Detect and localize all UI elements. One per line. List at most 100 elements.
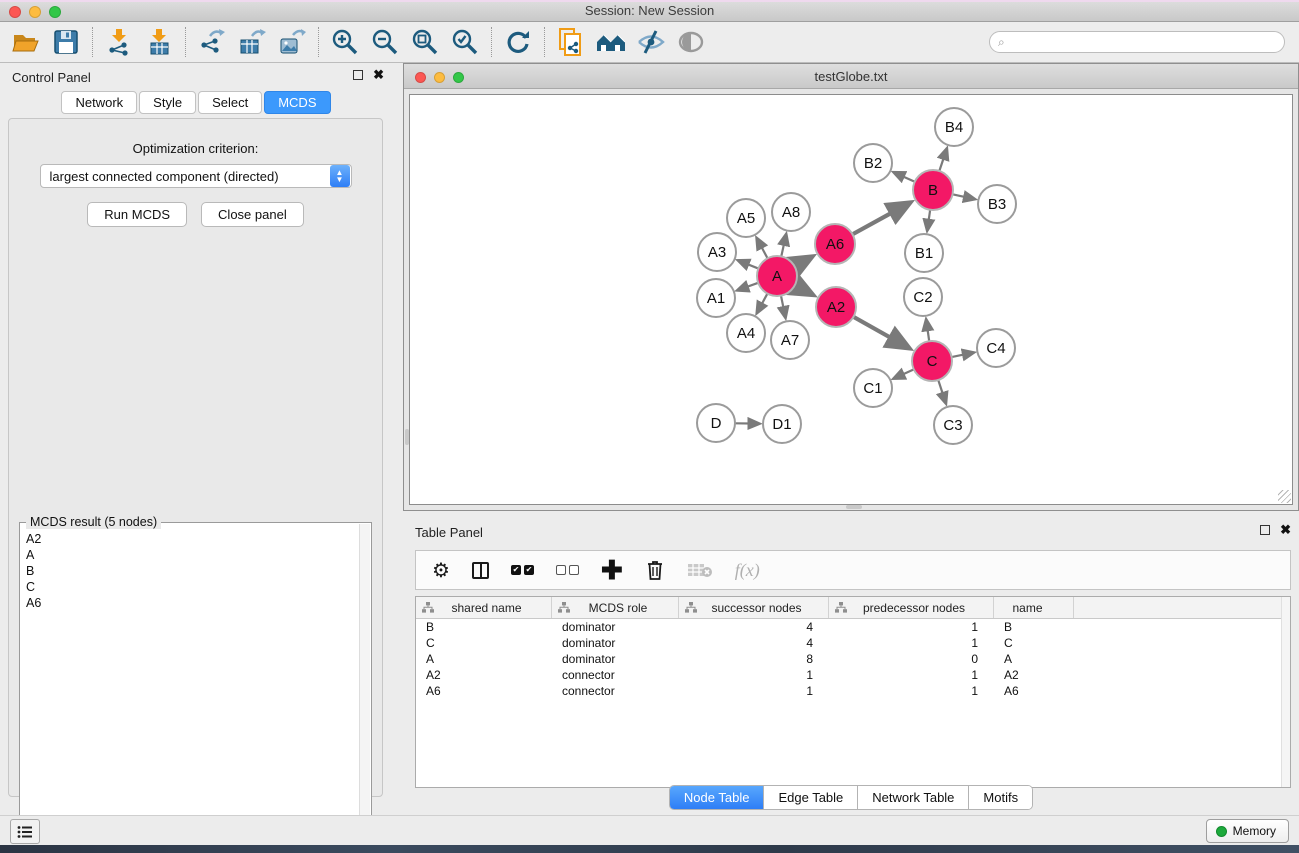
edge-B-B1[interactable] (927, 210, 930, 231)
column-header-shared-name[interactable]: shared name (416, 597, 552, 618)
network-graph[interactable]: B4B2BB3A5A8A6A3AB1A1C2A2A4A7C4CC1C3DD1 (410, 95, 1294, 506)
close-panel-icon[interactable]: ✖ (373, 70, 384, 80)
close-window-button[interactable] (9, 6, 21, 18)
edge-A-A3[interactable] (738, 260, 759, 268)
node-C[interactable]: C (912, 341, 952, 381)
export-network-button[interactable] (192, 25, 232, 59)
close-table-panel-icon[interactable]: ✖ (1280, 525, 1291, 535)
delete-column-button[interactable] (645, 555, 665, 585)
result-item[interactable]: C (24, 579, 357, 595)
task-history-button[interactable] (10, 819, 40, 844)
zoom-fit-button[interactable] (405, 25, 445, 59)
node-A1[interactable]: A1 (697, 279, 735, 317)
edge-A-A1[interactable] (737, 283, 758, 291)
refresh-button[interactable] (498, 25, 538, 59)
node-C3[interactable]: C3 (934, 406, 972, 444)
result-item[interactable]: A (24, 547, 357, 563)
mcds-result-list[interactable]: A2ABCA6 (24, 531, 357, 849)
search-input[interactable] (1009, 35, 1276, 49)
result-item[interactable]: B (24, 563, 357, 579)
network-canvas[interactable]: B4B2BB3A5A8A6A3AB1A1C2A2A4A7C4CC1C3DD1 (409, 94, 1293, 505)
float-panel-icon[interactable] (353, 70, 363, 80)
table-row[interactable]: Adominator80A (416, 651, 1290, 667)
zoom-in-button[interactable] (325, 25, 365, 59)
edge-A-A8[interactable] (781, 234, 786, 256)
node-B3[interactable]: B3 (978, 185, 1016, 223)
node-A2[interactable]: A2 (816, 287, 856, 327)
export-table-button[interactable] (232, 25, 272, 59)
edge-A-A5[interactable] (757, 238, 768, 259)
close-panel-button[interactable]: Close panel (201, 202, 304, 227)
edge-A-A4[interactable] (757, 294, 768, 314)
table-scrollbar[interactable] (1281, 597, 1290, 787)
import-table-button[interactable] (139, 25, 179, 59)
float-table-panel-icon[interactable] (1260, 525, 1270, 535)
edge-B-B3[interactable] (953, 194, 975, 199)
search-field[interactable]: ⌕ (989, 31, 1285, 53)
select-all-columns-button[interactable]: ✔✔ (511, 555, 534, 585)
result-item[interactable]: A2 (24, 531, 357, 547)
zoom-out-button[interactable] (365, 25, 405, 59)
table-row[interactable]: Bdominator41B (416, 619, 1290, 635)
node-B[interactable]: B (913, 170, 953, 210)
result-item[interactable]: A6 (24, 595, 357, 611)
node-A6[interactable]: A6 (815, 224, 855, 264)
node-A7[interactable]: A7 (771, 321, 809, 359)
tab-style[interactable]: Style (139, 91, 196, 114)
edge-B-B4[interactable] (939, 148, 947, 171)
create-column-button[interactable]: ✚ (601, 555, 623, 585)
result-scrollbar[interactable] (359, 524, 370, 852)
show-all-button[interactable] (671, 25, 711, 59)
delete-table-button[interactable] (687, 555, 713, 585)
edge-A-A7[interactable] (781, 296, 786, 318)
edge-A-A2[interactable] (795, 285, 813, 294)
show-column-panel-button[interactable] (472, 555, 489, 585)
first-neighbors-button[interactable] (591, 25, 631, 59)
resize-grip-icon[interactable] (1278, 490, 1291, 503)
table-row[interactable]: Cdominator41C (416, 635, 1290, 651)
unselect-all-columns-button[interactable] (556, 555, 579, 585)
run-mcds-button[interactable]: Run MCDS (87, 202, 187, 227)
edge-A6-B[interactable] (853, 203, 910, 234)
node-D[interactable]: D (697, 404, 735, 442)
node-A[interactable]: A (757, 256, 797, 296)
edge-A-A6[interactable] (795, 257, 812, 266)
node-B4[interactable]: B4 (935, 108, 973, 146)
save-session-button[interactable] (46, 25, 86, 59)
zoom-network-window-button[interactable] (453, 72, 464, 83)
tab-network-table[interactable]: Network Table (858, 786, 969, 809)
edge-A2-C[interactable] (853, 317, 908, 348)
tab-select[interactable]: Select (198, 91, 262, 114)
new-network-from-selection-button[interactable] (551, 25, 591, 59)
zoom-window-button[interactable] (49, 6, 61, 18)
tab-mcds[interactable]: MCDS (264, 91, 330, 114)
edge-C-C3[interactable] (938, 380, 946, 404)
node-C2[interactable]: C2 (904, 278, 942, 316)
column-header-successor-nodes[interactable]: successor nodes (679, 597, 829, 618)
column-header-name[interactable]: name (994, 597, 1074, 618)
edge-B-B2[interactable] (894, 172, 915, 182)
export-image-button[interactable] (272, 25, 312, 59)
tab-node-table[interactable]: Node Table (670, 786, 765, 809)
tab-network[interactable]: Network (61, 91, 137, 114)
node-A4[interactable]: A4 (727, 314, 765, 352)
column-header-MCDS-role[interactable]: MCDS role (552, 597, 679, 618)
close-network-window-button[interactable] (415, 72, 426, 83)
edge-C-C1[interactable] (893, 369, 913, 378)
minimize-window-button[interactable] (29, 6, 41, 18)
tab-motifs[interactable]: Motifs (969, 786, 1032, 809)
hide-selected-button[interactable] (631, 25, 671, 59)
node-C4[interactable]: C4 (977, 329, 1015, 367)
node-A5[interactable]: A5 (727, 199, 765, 237)
table-row[interactable]: A6connector11A6 (416, 683, 1290, 699)
column-header-predecessor-nodes[interactable]: predecessor nodes (829, 597, 994, 618)
edge-C-C2[interactable] (926, 319, 929, 341)
node-A8[interactable]: A8 (772, 193, 810, 231)
network-window-titlebar[interactable]: testGlobe.txt (404, 64, 1298, 89)
zoom-selected-button[interactable] (445, 25, 485, 59)
edge-C-C4[interactable] (952, 352, 974, 357)
node-C1[interactable]: C1 (854, 369, 892, 407)
criterion-dropdown[interactable]: largest connected component (directed) ▲… (40, 164, 352, 188)
node-B2[interactable]: B2 (854, 144, 892, 182)
tab-edge-table[interactable]: Edge Table (764, 786, 858, 809)
